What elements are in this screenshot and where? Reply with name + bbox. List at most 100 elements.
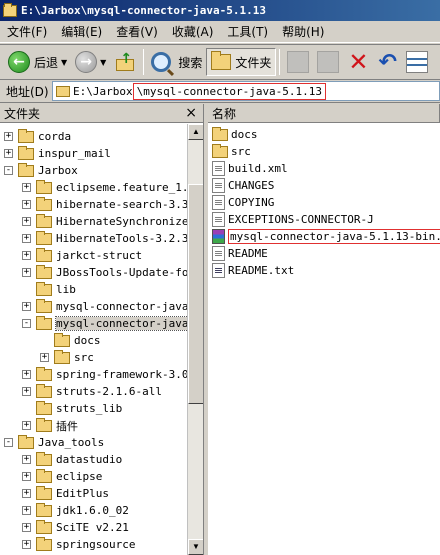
search-button[interactable]: 搜索 <box>147 48 206 76</box>
scrollbar-thumb[interactable] <box>188 184 203 404</box>
menu-tools[interactable]: 工具(T) <box>220 23 275 40</box>
folders-button[interactable]: 文件夹 <box>206 48 277 76</box>
collapse-icon[interactable]: - <box>4 438 13 447</box>
chevron-down-icon[interactable]: ▼ <box>100 58 106 67</box>
tree-item[interactable]: - mysql-connector-java-5 <box>22 315 203 332</box>
tree-item[interactable]: + hibernate-search-3.3.0 <box>22 196 202 213</box>
file-name: src <box>231 145 251 158</box>
tree-item[interactable]: + springsource <box>22 536 135 553</box>
expand-icon[interactable]: + <box>4 132 13 141</box>
tree-item[interactable]: + 插件 <box>22 417 78 434</box>
file-list-item[interactable]: COPYING <box>212 194 274 211</box>
tree-item[interactable]: + struts-2.1.6-all <box>22 383 162 400</box>
address-path-prefix: E:\Jarbox <box>73 84 133 98</box>
expand-icon[interactable]: + <box>22 370 31 379</box>
tree-item[interactable]: - Jarbox <box>4 162 78 179</box>
forward-button[interactable]: → ▼ <box>71 48 110 76</box>
tree-item-label: datastudio <box>56 453 123 466</box>
tree-item[interactable]: + jdk1.6.0_02 <box>22 502 129 519</box>
tree-item-label: struts_lib <box>56 402 123 415</box>
folder-icon <box>18 145 34 160</box>
expand-icon[interactable]: + <box>22 455 31 464</box>
tree-item[interactable]: + jarkct-struct <box>22 247 142 264</box>
tree-item-label: EditPlus <box>56 487 109 500</box>
scroll-up-icon[interactable]: ▲ <box>188 124 203 140</box>
tree-item-label: src <box>74 351 94 364</box>
expand-icon[interactable]: + <box>22 489 31 498</box>
tree-item[interactable]: + EditPlus <box>22 485 109 502</box>
folder-icon <box>18 128 34 143</box>
tree-item[interactable]: + corda <box>4 128 71 145</box>
expand-icon[interactable]: + <box>22 200 31 209</box>
expand-icon[interactable]: + <box>40 353 49 362</box>
tree-item[interactable]: + JBossTools-Update-for <box>22 264 195 281</box>
expand-icon[interactable]: + <box>22 506 31 515</box>
back-button[interactable]: ← 后退 ▼ <box>4 48 71 76</box>
expand-icon[interactable]: + <box>22 540 31 549</box>
menu-file[interactable]: 文件(F) <box>0 23 54 40</box>
move-to-icon[interactable] <box>287 51 310 73</box>
tree-item-label: eclipseme.feature_1.7. <box>56 181 202 194</box>
expand-icon[interactable]: + <box>22 268 31 277</box>
tree-item[interactable]: + mysql-connector-java-3 <box>22 298 202 315</box>
file-list-item[interactable]: docs <box>212 126 258 143</box>
tree-item[interactable]: + SciTE v2.21 <box>22 519 129 536</box>
views-icon[interactable] <box>405 51 428 73</box>
file-name: EXCEPTIONS-CONNECTOR-J <box>228 213 374 226</box>
file-list-item[interactable]: EXCEPTIONS-CONNECTOR-J <box>212 211 374 228</box>
up-folder-button[interactable]: ↑ <box>110 48 140 76</box>
copy-to-icon[interactable] <box>317 51 340 73</box>
tree-item[interactable]: + inspur_mail <box>4 145 111 162</box>
chevron-down-icon[interactable]: ▼ <box>61 58 67 67</box>
collapse-icon[interactable]: - <box>4 166 13 175</box>
file-list-item[interactable]: build.xml <box>212 160 288 177</box>
expand-icon[interactable]: + <box>22 387 31 396</box>
close-icon[interactable]: × <box>185 105 197 121</box>
tree-item-label: SciTE v2.21 <box>56 521 129 534</box>
file-list-item[interactable]: src <box>212 143 251 160</box>
expand-icon[interactable]: + <box>22 421 31 430</box>
file-list-item[interactable]: CHANGES <box>212 177 274 194</box>
folder-icon <box>36 417 52 432</box>
expand-icon[interactable]: + <box>22 472 31 481</box>
tree-item[interactable]: - Java_tools <box>4 434 104 451</box>
expand-icon[interactable]: + <box>22 183 31 192</box>
address-input[interactable]: E:\Jarbox \mysql-connector-java-5.1.13 <box>52 81 440 101</box>
tree-item[interactable]: + datastudio <box>22 451 122 468</box>
tree-item-label: hibernate-search-3.3.0 <box>56 198 202 211</box>
file-list-item[interactable]: README.txt <box>212 262 294 279</box>
undo-icon[interactable]: ↶ <box>378 50 396 75</box>
tree-item[interactable]: + eclipse <box>22 468 102 485</box>
folder-icon <box>56 85 70 97</box>
menu-help[interactable]: 帮助(H) <box>275 23 331 40</box>
expand-icon[interactable]: + <box>22 302 31 311</box>
tree-item[interactable]: lib <box>22 281 76 298</box>
tree-item[interactable]: docs <box>40 332 101 349</box>
folder-icon <box>18 434 34 449</box>
tree-item[interactable]: + spring-framework-3.0.2 <box>22 366 202 383</box>
expand-icon[interactable]: + <box>22 523 31 532</box>
tree-item[interactable]: + src <box>40 349 94 366</box>
expand-icon[interactable]: + <box>4 149 13 158</box>
expand-icon[interactable]: + <box>22 251 31 260</box>
folder-icon <box>212 143 228 158</box>
collapse-icon[interactable]: - <box>22 319 31 328</box>
expand-icon[interactable]: + <box>22 217 31 226</box>
delete-icon[interactable]: ✕ <box>348 48 368 76</box>
scroll-down-icon[interactable]: ▼ <box>188 539 203 555</box>
expand-icon[interactable]: + <box>22 234 31 243</box>
tree-item[interactable]: struts_lib <box>22 400 122 417</box>
menu-edit[interactable]: 编辑(E) <box>54 23 109 40</box>
tree-item[interactable]: + HibernateTools-3.2.3.0 <box>22 230 202 247</box>
file-list-item[interactable]: mysql-connector-java-5.1.13-bin.jar <box>212 228 440 245</box>
tree-item[interactable]: + eclipseme.feature_1.7. <box>22 179 202 196</box>
column-header-name[interactable]: 名称 <box>208 104 440 123</box>
folder-icon <box>36 366 52 381</box>
back-arrow-icon: ← <box>8 51 30 73</box>
menu-favorites[interactable]: 收藏(A) <box>165 23 221 40</box>
vertical-scrollbar[interactable]: ▲ ▼ <box>187 124 203 555</box>
file-list-item[interactable]: README <box>212 245 268 262</box>
menu-view[interactable]: 查看(V) <box>109 23 165 40</box>
tree-item[interactable]: + HibernateSynchronizer <box>22 213 195 230</box>
file-icon <box>212 161 225 176</box>
